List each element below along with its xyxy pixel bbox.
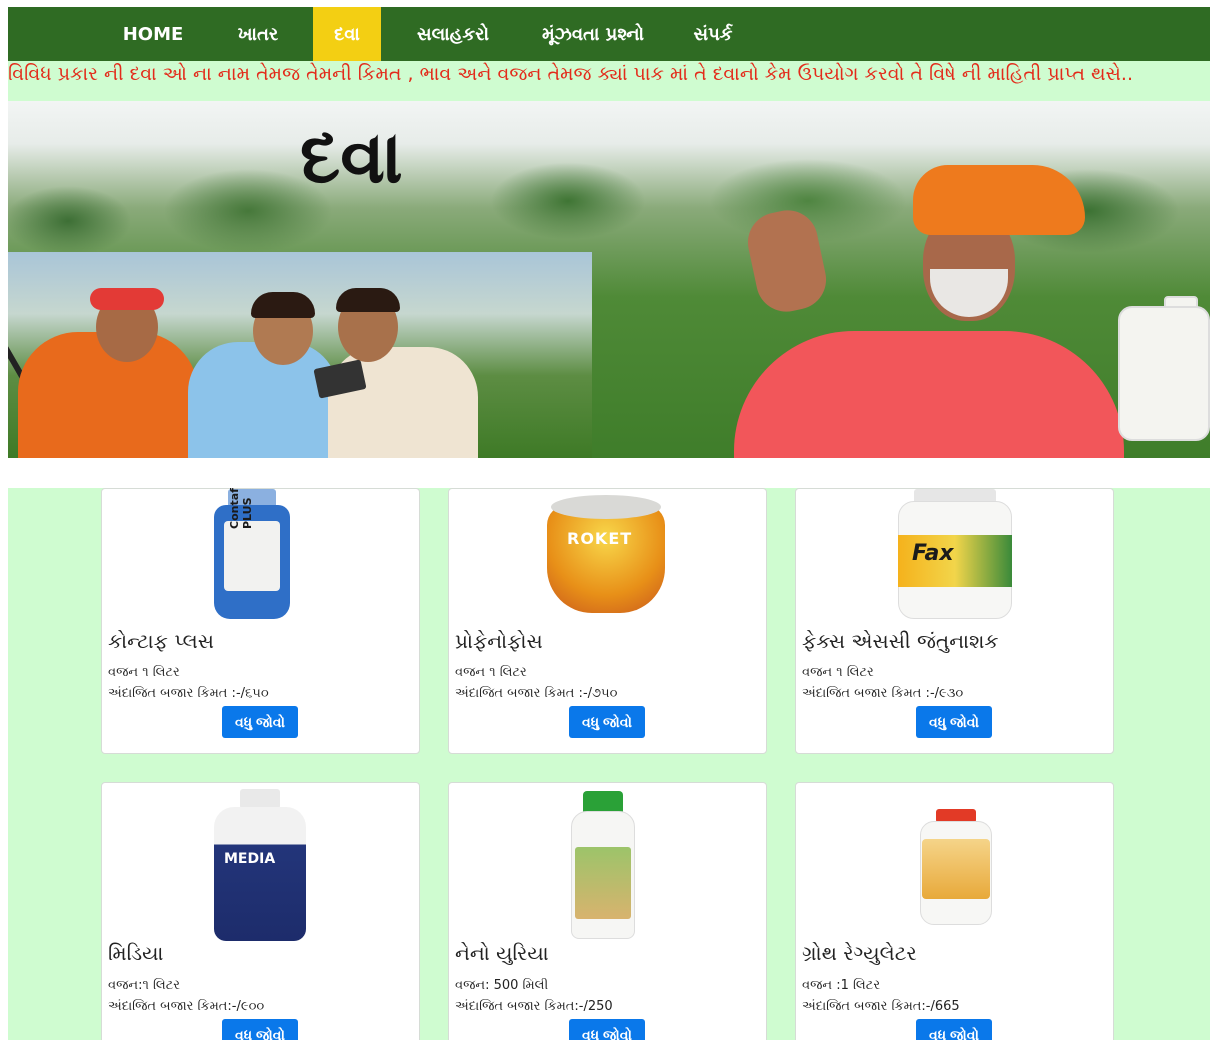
farmer-2-hair (336, 288, 400, 312)
product-weight: વજન:૧ લિટર (108, 978, 181, 993)
growth-regulator-bottle (918, 809, 994, 927)
nav-contact[interactable]: સંપર્ક (683, 7, 743, 61)
product-weight: વજન ૧ લિટર (802, 665, 874, 680)
product-price: અંદાજિત બજાર કિમત:-/૯૦૦ (108, 999, 265, 1014)
nav-home[interactable]: HOME (108, 7, 198, 61)
nano-urea-bottle (567, 791, 639, 939)
view-more-button[interactable]: વધુ જોવો (569, 1019, 645, 1040)
product-image (796, 783, 1113, 943)
view-more-button[interactable]: વધુ જોવો (222, 1019, 298, 1040)
product-price: અંદાજિત બજાર કિમત :-/૬૫૦ (108, 686, 269, 701)
product-card: ROKET પ્રોફેનોફોસ વજન ૧ લિટર અંદાજિત બજા… (448, 488, 767, 754)
farmer-1-turban (90, 288, 164, 310)
media-bottle: MEDIA (210, 789, 310, 941)
product-image (449, 783, 766, 943)
product-price: અંદાજિત બજાર કિમત :-/૯૩૦ (802, 686, 964, 701)
nav-fertilizer[interactable]: ખાતર (218, 7, 298, 61)
product-image: Fax (796, 489, 1113, 621)
product-weight: વજન ૧ લિટર (455, 665, 527, 680)
product-price: અંદાજિત બજાર કિમત:-/665 (802, 999, 960, 1014)
product-card: MEDIA મિડિયા વજન:૧ લિટર અંદાજિત બજાર કિમ… (101, 782, 420, 1040)
product-image: Contaf PLUS (102, 488, 419, 621)
view-more-button[interactable]: વધુ જોવો (916, 1019, 992, 1040)
nav-medicine[interactable]: દવા (313, 7, 381, 61)
product-grid: Contaf PLUS કોન્ટાફ પ્લસ વજન ૧ લિટર અંદા… (8, 488, 1210, 1040)
product-name: પ્રોફેનોફોસ (455, 629, 543, 653)
smiling-farmer-turban (913, 165, 1085, 235)
advisor-body (188, 342, 338, 458)
view-more-button[interactable]: વધુ જોવો (222, 706, 298, 738)
product-weight: વજન ૧ લિટર (108, 665, 180, 680)
info-marquee: વિવિધ પ્રકાર ની દવા ઓ ના નામ તેમજ તેમની … (8, 61, 1210, 101)
advisor-hair (251, 292, 315, 318)
product-weight: વજન: 500 મિલી (455, 978, 549, 993)
product-image: MEDIA (102, 783, 419, 943)
top-navbar: HOME ખાતર દવા સલાહકરો મૂંઝવતા પ્રશ્નો સં… (8, 7, 1210, 61)
banner-title: દવા (300, 115, 403, 199)
product-name: નેનો યુરિયા (455, 941, 549, 965)
product-card: ગ્રોથ રેગ્યુલેટર વજન :1 લિટર અંદાજિત બજા… (795, 782, 1114, 1040)
product-card: Contaf PLUS કોન્ટાફ પ્લસ વજન ૧ લિટર અંદા… (101, 488, 420, 754)
view-more-button[interactable]: વધુ જોવો (916, 706, 992, 738)
product-name: મિડિયા (108, 941, 164, 965)
product-weight: વજન :1 લિટર (802, 978, 881, 993)
contaf-bottle: Contaf PLUS (208, 488, 296, 619)
roket-tin: ROKET (541, 489, 671, 617)
nav-faq[interactable]: મૂંઝવતા પ્રશ્નો (528, 7, 658, 61)
smiling-farmer-body (734, 331, 1124, 458)
product-image: ROKET (449, 489, 766, 621)
product-name: ફેક્સ એસસી જંતુનાશક (802, 629, 999, 653)
marquee-text: વિવિધ પ્રકાર ની દવા ઓ ના નામ તેમજ તેમની … (8, 63, 1133, 85)
product-name: કોન્ટાફ પ્લસ (108, 629, 214, 653)
hero-banner: દવા (8, 101, 1210, 458)
product-card: Fax ફેક્સ એસસી જંતુનાશક વજન ૧ લિટર અંદાજ… (795, 488, 1114, 754)
banner-inset-photo (8, 252, 592, 458)
product-price: અંદાજિત બજાર કિમત :-/૭૫૦ (455, 686, 618, 701)
product-name: ગ્રોથ રેગ્યુલેટર (802, 941, 917, 965)
jerrycan (1118, 306, 1210, 441)
view-more-button[interactable]: વધુ જોવો (569, 706, 645, 738)
product-card: નેનો યુરિયા વજન: 500 મિલી અંદાજિત બજાર ક… (448, 782, 767, 1040)
nav-advisors[interactable]: સલાહકરો (403, 7, 503, 61)
product-price: અંદાજિત બજાર કિમત:-/250 (455, 999, 613, 1014)
fax-bottle: Fax (894, 489, 1016, 619)
